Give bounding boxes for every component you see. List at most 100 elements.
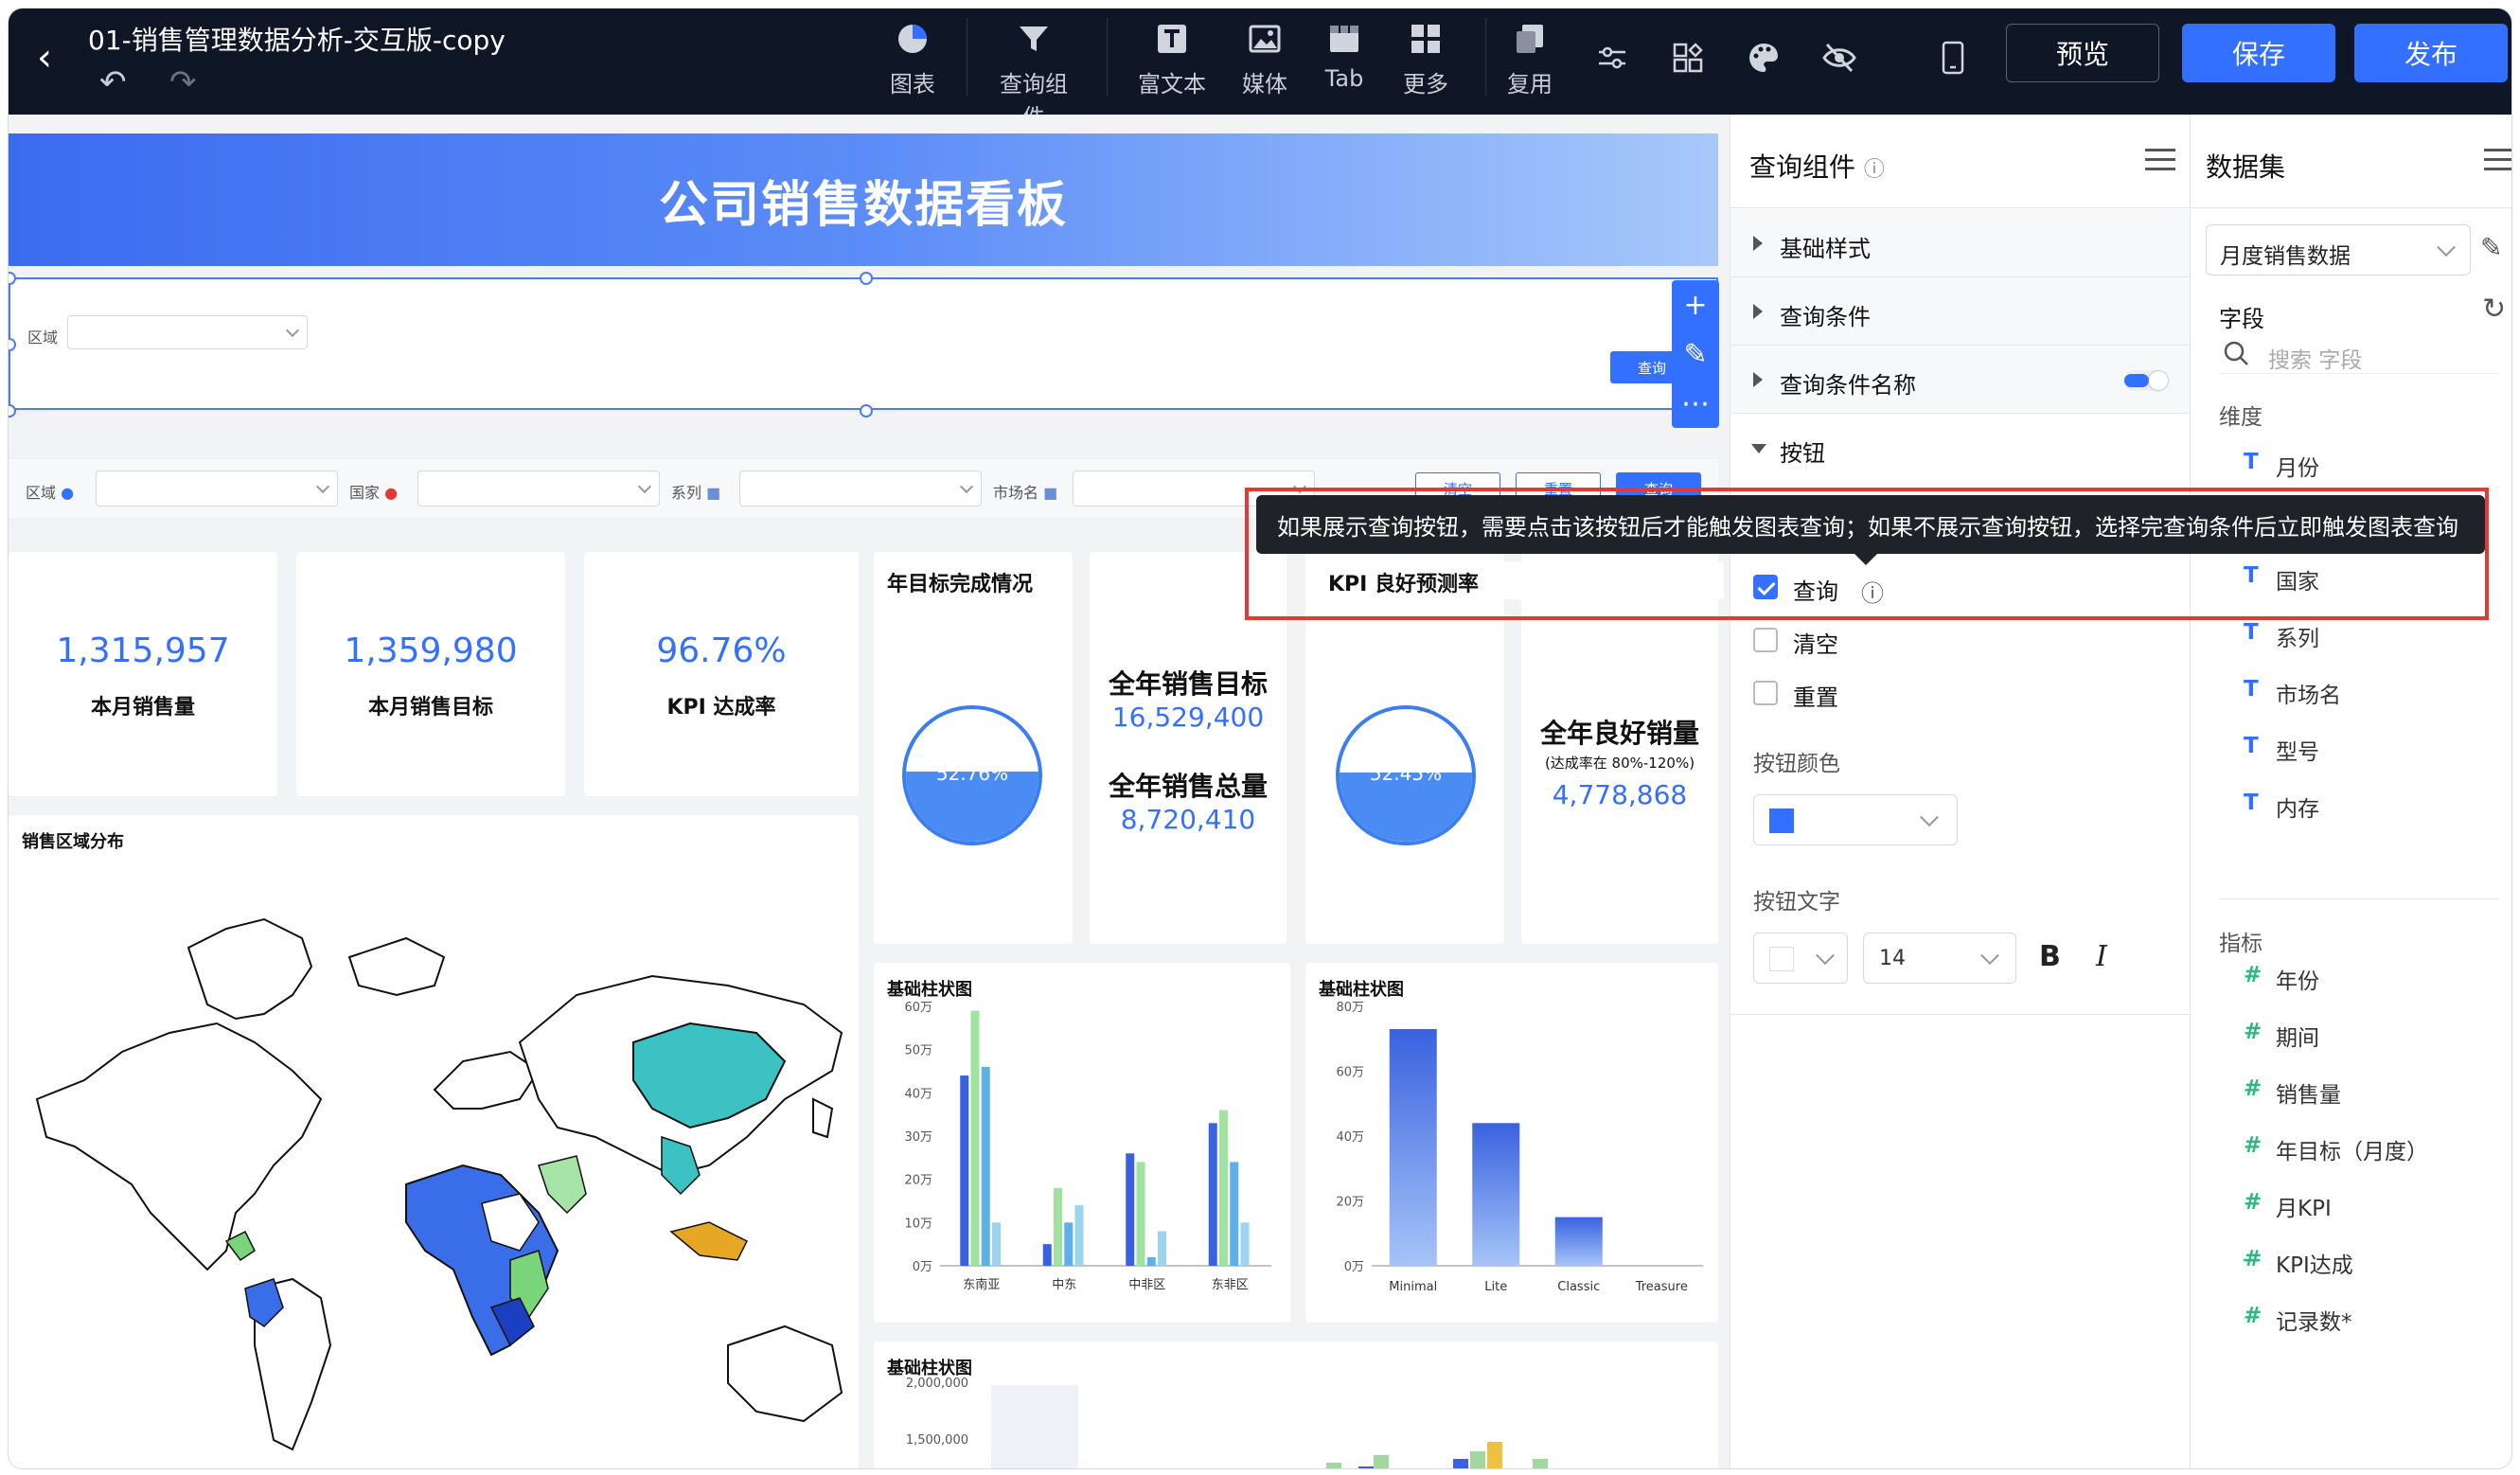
- dimension-field[interactable]: T 国家: [2244, 563, 2319, 595]
- dimension-field[interactable]: T 内存: [2244, 791, 2319, 823]
- filter-region-select[interactable]: [96, 471, 338, 506]
- palette-icon[interactable]: [1743, 37, 1784, 79]
- bar: [1487, 1442, 1502, 1468]
- settings-sliders-icon[interactable]: [1591, 37, 1633, 79]
- annual-gauge-card[interactable]: 年目标完成情况 52.76%: [874, 552, 1073, 944]
- resize-handle[interactable]: [9, 404, 16, 418]
- kpi-value: 1,315,957: [56, 631, 230, 670]
- kpi-card[interactable]: 1,315,957 本月销售量: [9, 552, 277, 796]
- query-button-tooltip: 如果展示查询按钮，需要点击该按钮后才能触发图表查询；如果不展示查询按钮，选择完查…: [1256, 495, 2485, 565]
- dimension-field[interactable]: T 型号: [2244, 734, 2319, 766]
- redo-icon[interactable]: ↷: [169, 63, 197, 101]
- good-sales-card[interactable]: 全年良好销量 (达成率在 80%-120%) 4,778,868: [1521, 552, 1718, 944]
- measure-field[interactable]: #̶ KPI达成: [2244, 1247, 2353, 1279]
- bar-chart-card[interactable]: 基础柱状图 2,000,000 1,500,000: [874, 1342, 1718, 1468]
- kpi-forecast-card[interactable]: KPI 良好预测率 52.45%: [1305, 552, 1504, 944]
- kpi-card[interactable]: 96.76% KPI 达成率: [584, 552, 859, 796]
- resize-handle[interactable]: [860, 404, 873, 418]
- bold-icon[interactable]: B: [2039, 940, 2061, 973]
- filter-series-select[interactable]: [739, 471, 982, 506]
- bar: [1158, 1231, 1166, 1266]
- bar-chart-card[interactable]: 基础柱状图 0万 10万 20万 30万 40万 50万 60万 东南亚 中东 中非区 东非区: [874, 963, 1290, 1323]
- layout-icon[interactable]: [1667, 37, 1709, 79]
- info-icon[interactable]: ⓘ: [1864, 158, 1885, 182]
- tool-more[interactable]: 更多: [1383, 20, 1468, 98]
- dimension-field[interactable]: T 月份: [2244, 450, 2319, 482]
- y-tick-label: 60万: [1336, 1066, 1364, 1080]
- checkbox-query[interactable]: [1753, 575, 1778, 599]
- section-buttons[interactable]: 按钮: [1730, 414, 2191, 482]
- italic-icon[interactable]: I: [2096, 940, 2107, 973]
- query-region-select[interactable]: [67, 315, 308, 349]
- number-type-icon: #: [2244, 963, 2263, 987]
- tool-richtext[interactable]: 富文本: [1129, 20, 1215, 98]
- button-color-picker[interactable]: [1753, 794, 1958, 845]
- kpi-label: 本月销售量: [90, 696, 195, 720]
- kpi-label: 本月销售目标: [367, 696, 493, 720]
- tool-label: 更多: [1403, 71, 1448, 98]
- measure-field[interactable]: # 记录数*: [2244, 1304, 2352, 1336]
- bar-chart: 0万 10万 20万 30万 40万 50万 60万东南亚 中东 中非区 东非区: [904, 1001, 1271, 1292]
- text-color-picker[interactable]: [1753, 933, 1848, 984]
- measure-field[interactable]: # 期间: [2244, 1020, 2319, 1052]
- tool-media[interactable]: 媒体: [1222, 20, 1307, 98]
- resize-handle[interactable]: [860, 272, 873, 285]
- refresh-icon[interactable]: ↻: [2482, 293, 2506, 326]
- info-icon[interactable]: ⓘ: [1861, 575, 1884, 608]
- mobile-icon[interactable]: [1932, 37, 1974, 79]
- section-basic-style[interactable]: 基础样式: [1730, 209, 2191, 277]
- save-button[interactable]: 保存: [2182, 24, 2335, 82]
- publish-button[interactable]: 发布: [2354, 24, 2508, 82]
- edit-icon[interactable]: ✎: [2480, 232, 2502, 263]
- tool-tab[interactable]: Tab: [1302, 20, 1387, 92]
- hide-icon[interactable]: [1819, 37, 1860, 79]
- dataset-value: 月度销售数据: [2220, 244, 2351, 269]
- bar: [1136, 1162, 1145, 1266]
- kpi-card[interactable]: 1,359,980 本月销售目标: [296, 552, 565, 796]
- query-component-selected[interactable]: 区域 查询: [9, 277, 1718, 410]
- bar-chart-card[interactable]: 基础柱状图 0万 20万 40万 60万 80万 Minimal Lite Classic Tr…: [1305, 963, 1718, 1323]
- undo-icon[interactable]: ↶: [99, 63, 127, 101]
- query-region-label: 区域: [27, 329, 59, 347]
- checkbox-label: 清空: [1793, 631, 1838, 658]
- menu-icon[interactable]: [2484, 149, 2511, 171]
- measure-field[interactable]: # 年目标（月度）: [2244, 1133, 2428, 1165]
- filter-country-select[interactable]: [417, 471, 660, 506]
- measure-field[interactable]: # 月KPI: [2244, 1190, 2332, 1222]
- bar: [1042, 1244, 1052, 1266]
- tool-reuse[interactable]: 复用: [1487, 20, 1572, 98]
- bar: [981, 1066, 990, 1266]
- annual-totals-card[interactable]: 全年销售目标 16,529,400 全年销售总量 8,720,410: [1090, 552, 1287, 944]
- field-search[interactable]: 搜索 字段: [2219, 334, 2499, 374]
- chevron-down-icon: [1292, 479, 1307, 494]
- measure-field[interactable]: # 年份: [2244, 963, 2319, 995]
- preview-button[interactable]: 预览: [2006, 24, 2159, 82]
- measure-label: 指标: [2219, 932, 2263, 956]
- text-type-icon: T: [2244, 734, 2259, 758]
- bar: [1208, 1123, 1217, 1266]
- dimension-field[interactable]: T 市场名: [2244, 677, 2341, 709]
- dimension-field[interactable]: T 系列: [2244, 620, 2319, 652]
- map-card[interactable]: 销售区域分布: [9, 815, 859, 1468]
- font-size-select[interactable]: 14: [1863, 933, 2016, 984]
- chevron-down-icon: [1980, 946, 1999, 966]
- x-tick-label: Lite: [1484, 1280, 1507, 1294]
- section-query-conditions[interactable]: 查询条件: [1730, 277, 2191, 346]
- toggle-switch[interactable]: [2124, 370, 2168, 391]
- checkbox-reset[interactable]: [1753, 681, 1778, 705]
- dataset-select[interactable]: 月度销售数据: [2206, 224, 2471, 275]
- add-icon[interactable]: +: [1672, 280, 1719, 329]
- chevron-down-icon: [1816, 946, 1835, 966]
- section-condition-name[interactable]: 查询条件名称: [1730, 346, 2191, 414]
- fields-label: 字段: [2219, 306, 2264, 332]
- top-toolbar: ‹ 01-销售管理数据分析-交互版-copy ↶ ↷ 图表 查询组件 富文本 媒…: [9, 9, 2511, 131]
- color-swatch: [1769, 947, 1794, 971]
- checkbox-clear[interactable]: [1753, 628, 1778, 652]
- edit-icon[interactable]: ✎: [1672, 329, 1719, 379]
- back-icon[interactable]: ‹: [37, 39, 52, 77]
- menu-icon[interactable]: [2145, 149, 2175, 171]
- more-icon[interactable]: ⋯: [1672, 379, 1719, 428]
- measure-field[interactable]: # 销售量: [2244, 1076, 2341, 1109]
- number-type-icon: #: [2244, 1076, 2263, 1101]
- tool-chart[interactable]: 图表: [870, 20, 955, 98]
